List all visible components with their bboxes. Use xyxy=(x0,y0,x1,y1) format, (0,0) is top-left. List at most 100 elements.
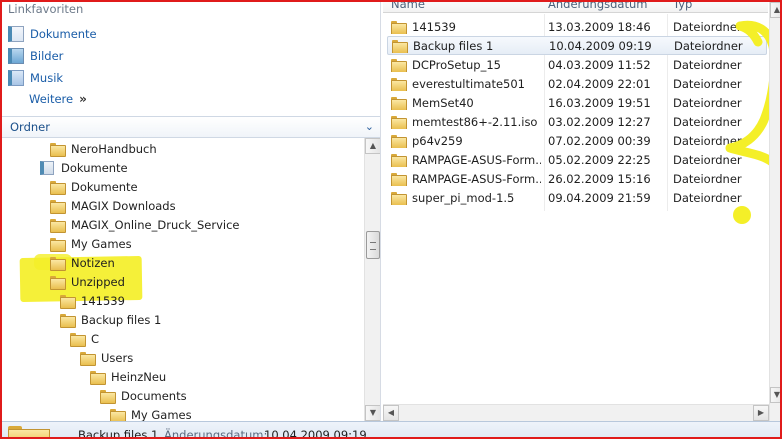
tree-item[interactable]: Backup files 1 xyxy=(60,310,161,329)
folder-icon xyxy=(50,180,66,195)
file-type: Dateiordner xyxy=(673,171,742,186)
tree-item[interactable]: Notizen xyxy=(50,253,115,272)
tree-item-label: Unzipped xyxy=(71,274,125,289)
tree-item-label: Dokumente xyxy=(71,179,138,194)
file-row[interactable]: p64v259 07.02.2009 00:39 Dateiordner xyxy=(387,131,767,150)
file-type: Dateiordner xyxy=(673,76,742,91)
scroll-down-arrow-icon[interactable]: ▼ xyxy=(770,387,780,403)
file-type: Dateiordner xyxy=(673,19,742,34)
favorite-documents[interactable]: Dokumente xyxy=(8,24,97,44)
folder-icon xyxy=(8,426,50,437)
folder-icon xyxy=(391,77,407,91)
file-type: Dateiordner xyxy=(673,95,742,110)
favorite-label: Musik xyxy=(30,71,64,85)
music-library-icon xyxy=(8,70,24,86)
tree-item[interactable]: Dokumente xyxy=(40,158,128,177)
tree-item-label: Users xyxy=(101,350,134,365)
folder-icon xyxy=(110,408,126,421)
scroll-left-arrow-icon[interactable]: ◀ xyxy=(383,405,399,421)
tree-item[interactable]: Dokumente xyxy=(50,177,138,196)
tree-item[interactable]: My Games xyxy=(50,234,132,253)
tree-item[interactable]: MAGIX Downloads xyxy=(50,196,176,215)
tree-item[interactable]: NeroHandbuch xyxy=(50,139,157,158)
file-row[interactable]: MemSet40 16.03.2009 19:51 Dateiordner xyxy=(387,93,767,112)
tree-item[interactable]: 141539 xyxy=(60,291,125,310)
file-row[interactable]: DCProSetup_15 04.03.2009 11:52 Dateiordn… xyxy=(387,55,767,74)
file-name: 141539 xyxy=(412,19,456,34)
details-date-value: 10.04.2009 09:19 xyxy=(264,428,367,439)
folders-header[interactable]: Ordner ⌄ xyxy=(2,116,380,138)
file-type: Dateiordner xyxy=(673,190,742,205)
file-date: 26.02.2009 15:16 xyxy=(548,171,651,186)
favorite-music[interactable]: Musik xyxy=(8,68,63,88)
tree-item-label: C xyxy=(91,331,100,346)
file-type: Dateiordner xyxy=(674,38,743,53)
file-row[interactable]: RAMPAGE-ASUS-Form... 05.02.2009 22:25 Da… xyxy=(387,150,767,169)
chevron-down-icon: ⌄ xyxy=(364,120,374,133)
file-name: memtest86+-2.11.iso xyxy=(412,114,538,129)
tree-item-label: Backup files 1 xyxy=(81,312,162,327)
tree-item-unzipped[interactable]: Unzipped xyxy=(50,272,125,291)
file-date: 02.04.2009 22:01 xyxy=(548,76,651,91)
folder-icon xyxy=(60,294,76,309)
column-header-name[interactable]: Name xyxy=(391,2,425,11)
folder-icon xyxy=(70,332,86,347)
details-date-label: Änderungsdatum: xyxy=(164,428,268,439)
file-row[interactable]: 141539 13.03.2009 18:46 Dateiordner xyxy=(387,17,767,36)
file-type: Dateiordner xyxy=(673,114,742,129)
folder-icon xyxy=(391,191,407,205)
double-chevron-right-icon: » xyxy=(79,92,87,106)
scroll-right-arrow-icon[interactable]: ▶ xyxy=(753,405,769,421)
tree-item-label: MAGIX_Online_Druck_Service xyxy=(71,217,240,232)
pictures-library-icon xyxy=(8,48,24,64)
tree-item-label: MAGIX Downloads xyxy=(71,198,176,213)
file-name: DCProSetup_15 xyxy=(412,57,501,72)
folder-icon xyxy=(391,20,407,34)
file-name: RAMPAGE-ASUS-Form... xyxy=(412,171,541,186)
file-row[interactable]: memtest86+-2.11.iso 03.02.2009 12:27 Dat… xyxy=(387,112,767,131)
folders-header-label: Ordner xyxy=(10,120,50,134)
file-name: Backup files 1 xyxy=(413,38,494,53)
file-date: 13.03.2009 18:46 xyxy=(548,19,651,34)
folder-icon xyxy=(100,389,116,404)
scrollbar-thumb[interactable] xyxy=(366,231,380,259)
folder-icon xyxy=(392,39,408,53)
column-header-date[interactable]: Änderungsdatum xyxy=(548,2,647,11)
column-header-type[interactable]: Typ xyxy=(673,2,692,11)
tree-item[interactable]: HeinzNeu xyxy=(90,367,166,386)
favorite-pictures[interactable]: Bilder xyxy=(8,46,63,66)
file-row-selected[interactable]: Backup files 1 10.04.2009 09:19 Dateiord… xyxy=(387,36,767,55)
tree-item-label: 141539 xyxy=(81,293,125,308)
tree-item-label: NeroHandbuch xyxy=(71,141,157,156)
tree-item[interactable]: Documents xyxy=(100,386,187,405)
navigation-pane: Linkfavoriten Dokumente Bilder Musik Wei… xyxy=(2,2,381,421)
folder-tree: NeroHandbuch Dokumente Dokumente MAGIX D… xyxy=(2,138,364,421)
folder-icon xyxy=(391,58,407,72)
tree-vertical-scrollbar[interactable]: ▲ ▼ xyxy=(364,138,380,421)
file-list-vertical-scrollbar[interactable]: ▲ ▼ xyxy=(769,2,780,421)
folder-icon xyxy=(391,172,407,186)
scroll-up-arrow-icon[interactable]: ▲ xyxy=(365,138,380,154)
tree-item[interactable]: My Games xyxy=(110,405,192,421)
folder-icon xyxy=(391,96,407,110)
file-row[interactable]: everestultimate501 02.04.2009 22:01 Date… xyxy=(387,74,767,93)
file-name: MemSet40 xyxy=(412,95,474,110)
tree-item-label: HeinzNeu xyxy=(111,369,167,384)
folder-icon xyxy=(90,370,106,385)
tree-item[interactable]: MAGIX_Online_Druck_Service xyxy=(50,215,239,234)
favorites-more-link[interactable]: Weitere » xyxy=(29,92,87,106)
details-bar: Backup files 1 Änderungsdatum: 10.04.200… xyxy=(2,421,780,439)
favorites-title: Linkfavoriten xyxy=(8,2,84,16)
folder-icon xyxy=(391,153,407,167)
file-row[interactable]: super_pi_mod-1.5 09.04.2009 21:59 Dateio… xyxy=(387,188,767,207)
tree-item[interactable]: Users xyxy=(80,348,133,367)
file-date: 07.02.2009 00:39 xyxy=(548,133,651,148)
file-type: Dateiordner xyxy=(673,152,742,167)
file-list-horizontal-scrollbar[interactable]: ◀ ▶ xyxy=(383,404,769,421)
file-row[interactable]: RAMPAGE-ASUS-Form... 26.02.2009 15:16 Da… xyxy=(387,169,767,188)
scroll-up-arrow-icon[interactable]: ▲ xyxy=(770,2,780,18)
tree-item[interactable]: C xyxy=(70,329,99,348)
favorite-label: Bilder xyxy=(30,49,64,63)
folder-icon xyxy=(60,313,76,328)
scroll-down-arrow-icon[interactable]: ▼ xyxy=(365,405,380,421)
